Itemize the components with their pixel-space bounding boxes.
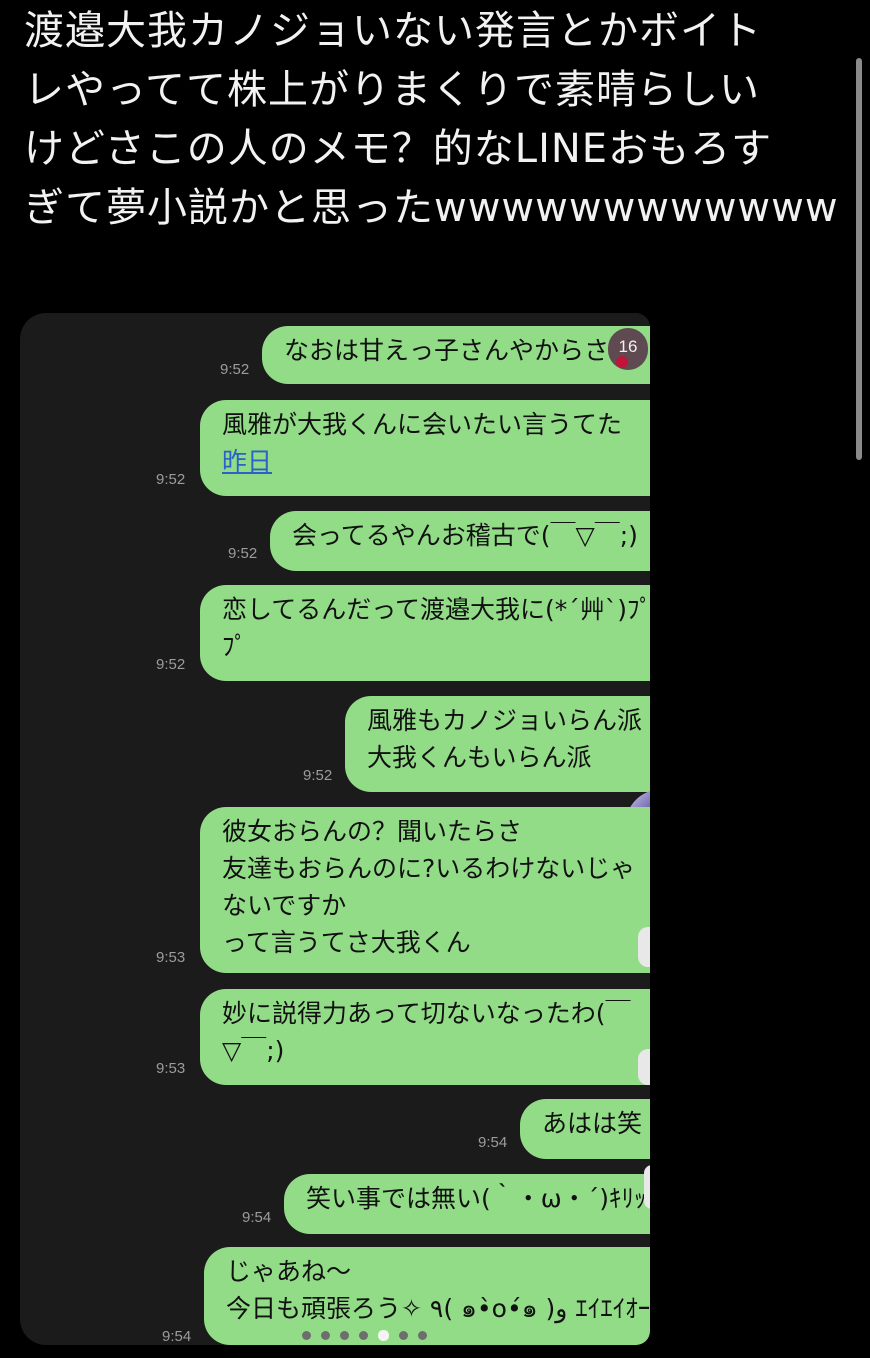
post-text-line: 渡邉大我カノジョいない発言とかボイト xyxy=(24,8,762,54)
side-handle[interactable] xyxy=(638,927,650,967)
message-time: 9:53 xyxy=(156,949,186,966)
message-time: 9:52 xyxy=(156,656,186,673)
page-dot[interactable] xyxy=(359,1331,368,1340)
unread-count-badge: 16 xyxy=(608,328,648,370)
message-text: 笑い事では無い(｀・ω・´)ｷﾘｯ xyxy=(306,1184,647,1213)
post-text-line: レやってて株上がりまくりで素晴らしい xyxy=(24,67,760,113)
page-dot[interactable] xyxy=(302,1331,311,1340)
message-time: 9:54 xyxy=(162,1328,192,1345)
message-text: なおは甘えっ子さんやからさ xyxy=(284,336,610,365)
chat-bubble-outgoing: 笑い事では無い(｀・ω・´)ｷﾘｯ xyxy=(284,1174,650,1234)
message-text: 今日も頑張ろう✧ ٩( ๑•̀o•́๑ )و ｴｲｴｲｵｰ!! xyxy=(226,1294,650,1323)
post-text-line: けどさこの人のメモ？的なLINEおもろす xyxy=(24,126,773,172)
scrollbar[interactable] xyxy=(856,58,862,460)
message-time: 9:54 xyxy=(242,1209,272,1226)
chat-screenshot-image[interactable]: 9:52 なおは甘えっ子さんやからさ 16 9:52 風雅が大我くんに会いたい言… xyxy=(20,313,650,1345)
chat-bubble-incoming: じゃあね〜 今日も頑張ろう✧ ٩( ๑•̀o•́๑ )و ｴｲｴｲｵｰ!! xyxy=(204,1247,650,1345)
message-time: 9:54 xyxy=(478,1134,508,1151)
page-dot[interactable] xyxy=(321,1331,330,1340)
chat-bubble-outgoing: あはは笑 xyxy=(520,1099,650,1159)
message-text: ﾌﾟ xyxy=(222,632,248,661)
message-text: あはは笑 xyxy=(542,1109,643,1138)
message-time: 9:52 xyxy=(156,471,186,488)
chat-bubble-outgoing: なおは甘えっ子さんやからさ xyxy=(262,326,650,384)
notification-dot-icon xyxy=(616,356,628,368)
message-text: ▽￣;) xyxy=(222,1036,285,1065)
message-text: 妙に説得力あって切ないなったわ(￣ xyxy=(222,999,631,1028)
chat-bubble-incoming: 彼女おらんの？聞いたらさ 友達もおらんのに?いるわけないじゃ ないですか って言… xyxy=(200,807,650,973)
message-time: 9:52 xyxy=(303,767,333,784)
page-dot-active[interactable] xyxy=(378,1330,389,1341)
message-text: ないですか xyxy=(222,891,347,920)
side-handle[interactable] xyxy=(644,1165,650,1209)
page-indicator[interactable] xyxy=(302,1330,427,1343)
post-text: 渡邉大我カノジョいない発言とかボイト レやってて株上がりまくりで素晴らしい けど… xyxy=(24,0,854,238)
message-time: 9:52 xyxy=(220,361,250,378)
chat-bubble-incoming: 風雅が大我くんに会いたい言うてた 昨日 xyxy=(200,400,650,496)
badge-count: 16 xyxy=(618,337,638,356)
chat-bubble-incoming: 妙に説得力あって切ないなったわ(￣ ▽￣;) xyxy=(200,989,650,1085)
chat-bubble-outgoing: 会ってるやんお稽古で(￣▽￣;) xyxy=(270,511,650,571)
message-text: 大我くんもいらん派 xyxy=(367,743,592,772)
side-handle[interactable] xyxy=(638,1049,650,1085)
message-text: 会ってるやんお稽古で(￣▽￣;) xyxy=(292,521,638,550)
message-text: 風雅もカノジョいらん派 xyxy=(367,706,643,735)
message-text: じゃあね〜 xyxy=(226,1257,352,1286)
chat-bubble-incoming: 恋してるんだって渡邉大我に(*´艸`)ﾌﾟ ﾌﾟ xyxy=(200,585,650,681)
message-text: 風雅が大我くんに会いたい言うてた xyxy=(222,410,623,439)
message-text: って言うてさ大我くん xyxy=(222,928,471,957)
chat-bubble-outgoing: 風雅もカノジョいらん派 大我くんもいらん派 xyxy=(345,696,650,792)
page-dot[interactable] xyxy=(418,1331,427,1340)
post-text-line: ぎて夢小説かと思ったwwwwwwwwwwww xyxy=(24,185,839,231)
date-link[interactable]: 昨日 xyxy=(222,443,650,480)
page-dot[interactable] xyxy=(340,1331,349,1340)
message-text: 恋してるんだって渡邉大我に(*´艸`)ﾌﾟ xyxy=(222,595,650,624)
message-text: 友達もおらんのに?いるわけないじゃ xyxy=(222,854,636,883)
page-dot[interactable] xyxy=(399,1331,408,1340)
message-time: 9:52 xyxy=(228,545,258,562)
message-text: 彼女おらんの？聞いたらさ xyxy=(222,817,523,846)
message-time: 9:53 xyxy=(156,1060,186,1077)
